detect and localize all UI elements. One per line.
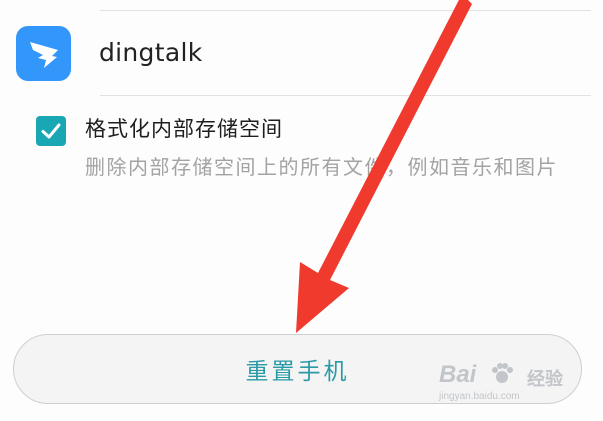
divider — [100, 95, 591, 96]
option-title: 格式化内部存储空间 — [85, 117, 283, 141]
dingtalk-logo-icon — [16, 26, 71, 81]
app-list-item: dingtalk — [0, 11, 603, 95]
format-storage-checkbox[interactable] — [36, 116, 66, 146]
reset-phone-button[interactable]: 重置手机 — [13, 334, 582, 404]
option-description: 删除内部存储空间上的所有文件，例如音乐和图片 — [85, 155, 558, 179]
reset-phone-screen: dingtalk 格式化内部存储空间 删除内部存储空间上的所有文件，例如音乐和图… — [0, 0, 603, 421]
reset-phone-button-label: 重置手机 — [245, 359, 350, 385]
checkmark-icon — [41, 123, 61, 139]
app-name: dingtalk — [99, 38, 203, 67]
